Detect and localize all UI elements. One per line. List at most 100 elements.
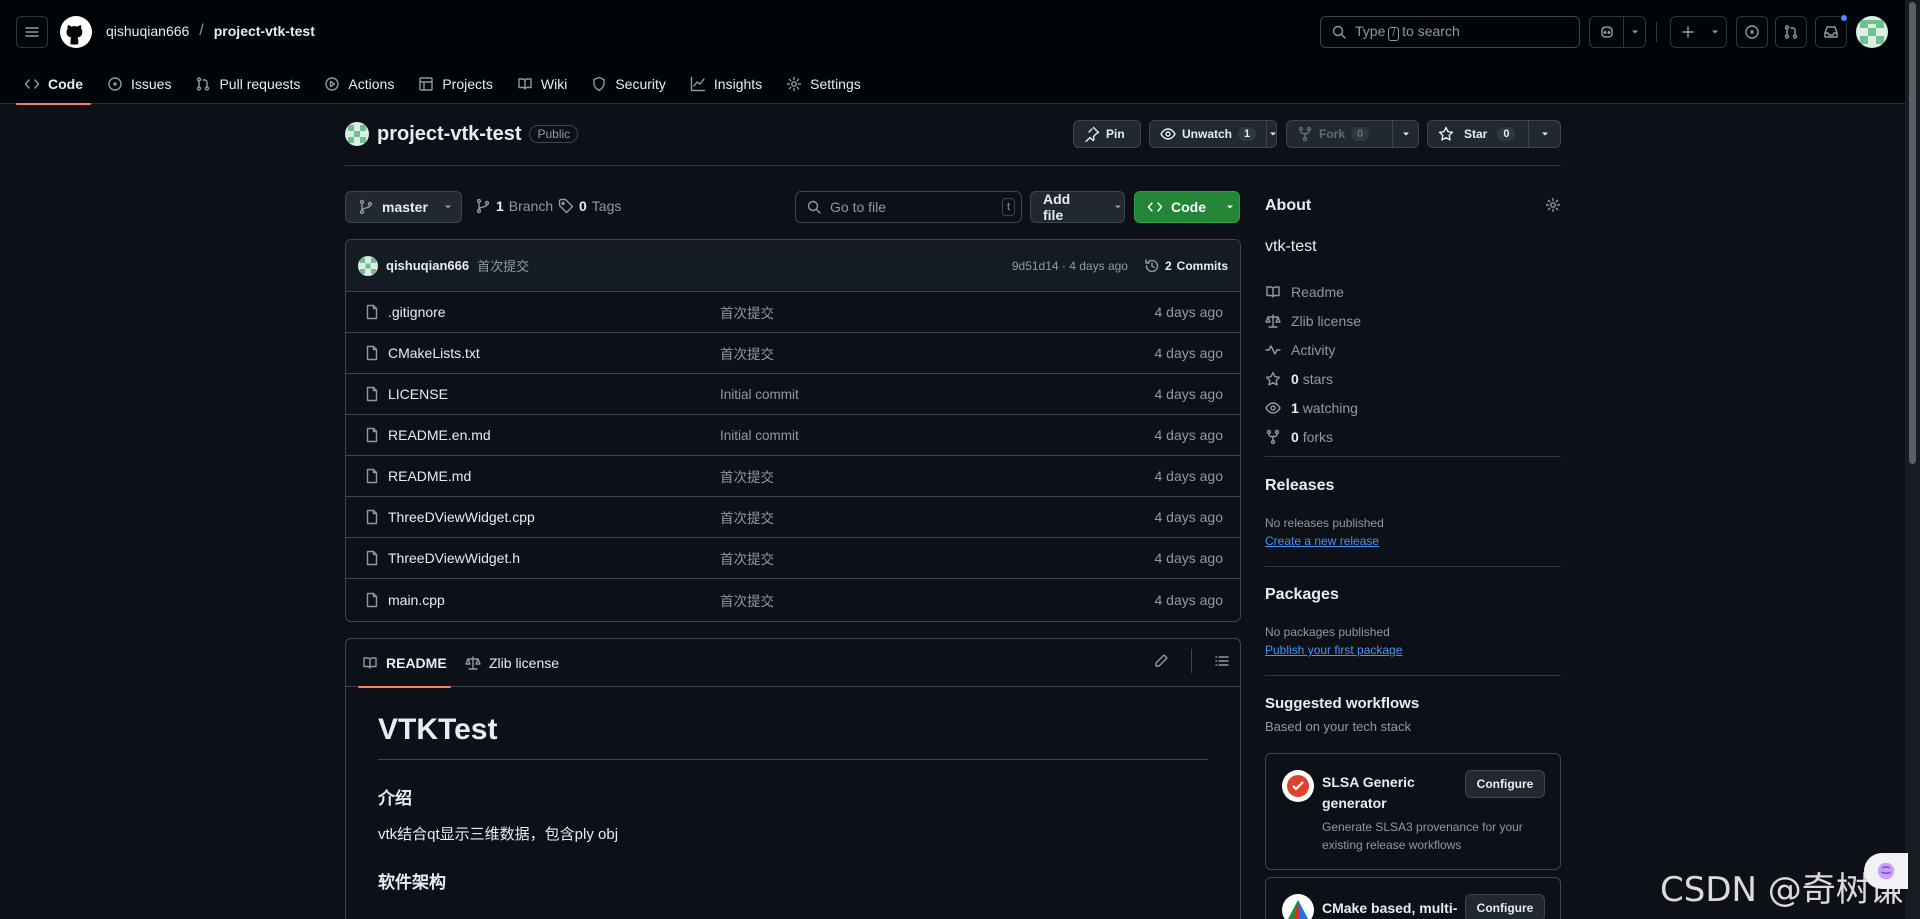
star-dropdown[interactable]	[1528, 121, 1560, 147]
tab-code[interactable]: Code	[16, 64, 91, 105]
user-avatar[interactable]	[1856, 16, 1888, 48]
tab-wiki[interactable]: Wiki	[509, 64, 575, 104]
fork-dropdown[interactable]	[1392, 121, 1418, 147]
commit-message[interactable]: 首次提交	[477, 256, 529, 275]
file-name[interactable]: README.en.md	[388, 427, 491, 443]
file-commit-message[interactable]: 首次提交	[720, 590, 774, 610]
tab-security[interactable]: Security	[583, 64, 674, 104]
scrollbar-thumb[interactable]	[1909, 2, 1916, 464]
activity-link[interactable]: Activity	[1265, 335, 1361, 364]
file-row[interactable]: ThreeDViewWidget.cpp 首次提交 4 days ago	[346, 497, 1240, 538]
commit-hash-age[interactable]: 9d51d14 · 4 days ago	[1012, 259, 1128, 273]
unwatch-main[interactable]: Unwatch 1	[1150, 121, 1266, 147]
copilot-button[interactable]	[1589, 16, 1646, 48]
sidebar-divider	[1265, 675, 1561, 676]
file-row[interactable]: main.cpp 首次提交 4 days ago	[346, 579, 1240, 620]
repo-name[interactable]: project-vtk-test	[377, 123, 521, 146]
file-commit-message[interactable]: 首次提交	[720, 343, 774, 363]
file-row[interactable]: README.md 首次提交 4 days ago	[346, 456, 1240, 497]
file-name[interactable]: main.cpp	[388, 592, 445, 608]
file-row[interactable]: ThreeDViewWidget.h 首次提交 4 days ago	[346, 538, 1240, 579]
file-name[interactable]: ThreeDViewWidget.cpp	[388, 509, 535, 525]
tab-projects[interactable]: Projects	[410, 64, 501, 104]
tab-readme[interactable]: README	[358, 639, 451, 688]
owner-link[interactable]: qishuqian666	[106, 23, 189, 39]
tab-issues[interactable]: Issues	[99, 64, 179, 104]
file-name[interactable]: .gitignore	[388, 304, 446, 320]
about-label: Activity	[1291, 341, 1336, 358]
watchers-link[interactable]: 1 watching	[1265, 393, 1361, 422]
file-name[interactable]: LICENSE	[388, 386, 448, 402]
packages-title[interactable]: Packages	[1265, 586, 1339, 604]
branches-link[interactable]: 1 Branch	[475, 198, 553, 214]
tab-pull-requests[interactable]: Pull requests	[187, 64, 308, 104]
tab-license[interactable]: Zlib license	[465, 639, 559, 687]
go-to-file-input[interactable]: Go to file t	[795, 191, 1022, 223]
releases-title[interactable]: Releases	[1265, 477, 1334, 495]
file-icon	[366, 592, 378, 607]
star-button[interactable]: Star 0	[1427, 120, 1561, 148]
tab-insights[interactable]: Insights	[682, 64, 770, 104]
floating-assistant-button[interactable]	[1864, 853, 1908, 889]
pull-requests-button[interactable]	[1775, 16, 1807, 48]
branches-count: 1	[496, 198, 504, 214]
gear-icon[interactable]	[1545, 197, 1561, 213]
fork-main[interactable]: Fork 0	[1287, 121, 1392, 147]
pencil-icon[interactable]	[1153, 653, 1169, 669]
file-commit-message[interactable]: 首次提交	[720, 548, 774, 568]
global-search-input[interactable]: Type / to search	[1320, 16, 1580, 48]
publish-package-link[interactable]: Publish your first package	[1265, 643, 1402, 657]
copilot-main[interactable]	[1590, 17, 1623, 47]
issues-button[interactable]	[1736, 16, 1768, 48]
pin-button[interactable]: Pin	[1073, 120, 1141, 148]
owner-avatar[interactable]	[345, 122, 369, 146]
unwatch-dropdown[interactable]	[1266, 121, 1279, 147]
file-commit-message[interactable]: 首次提交	[720, 507, 774, 527]
file-name[interactable]: CMakeLists.txt	[388, 345, 480, 361]
file-name[interactable]: ThreeDViewWidget.h	[388, 550, 520, 566]
file-row[interactable]: CMakeLists.txt 首次提交 4 days ago	[346, 333, 1240, 374]
file-row[interactable]: README.en.md Initial commit 4 days ago	[346, 415, 1240, 456]
tab-actions[interactable]: Actions	[316, 64, 402, 104]
create-release-link[interactable]: Create a new release	[1265, 534, 1379, 548]
file-name[interactable]: README.md	[388, 468, 471, 484]
file-row[interactable]: .gitignore 首次提交 4 days ago	[346, 292, 1240, 333]
add-file-button[interactable]: Add file	[1030, 191, 1125, 223]
commits-history-link[interactable]: 2 Commits	[1144, 258, 1228, 274]
create-new-dropdown[interactable]	[1704, 17, 1726, 47]
code-clone-button[interactable]: Code	[1134, 191, 1240, 223]
copilot-dropdown[interactable]	[1623, 17, 1645, 47]
tab-settings[interactable]: Settings	[778, 64, 869, 104]
page-scrollbar[interactable]	[1905, 0, 1920, 919]
outline-list-icon[interactable]	[1214, 653, 1230, 669]
file-commit-message[interactable]: 首次提交	[720, 466, 774, 486]
license-link[interactable]: Zlib license	[1265, 306, 1361, 335]
stars-link[interactable]: 0 stars	[1265, 364, 1361, 393]
book-icon	[363, 657, 377, 669]
create-new-main[interactable]	[1671, 17, 1704, 47]
github-logo-icon[interactable]	[60, 16, 92, 48]
tags-link[interactable]: 0 Tags	[558, 198, 621, 214]
star-main[interactable]: Star 0	[1428, 121, 1528, 147]
hamburger-menu-button[interactable]	[16, 16, 48, 48]
branch-selector[interactable]: master	[345, 191, 462, 223]
book-icon	[518, 78, 532, 90]
configure-button[interactable]: Configure	[1465, 894, 1545, 919]
pin-main[interactable]: Pin	[1074, 121, 1135, 147]
search-shortcut-key: /	[1388, 27, 1400, 41]
chevron-down-icon	[1270, 132, 1277, 136]
unwatch-button[interactable]: Unwatch 1	[1149, 120, 1277, 148]
repo-link[interactable]: project-vtk-test	[214, 23, 315, 39]
configure-button[interactable]: Configure	[1465, 770, 1545, 798]
fork-button[interactable]: Fork 0	[1286, 120, 1419, 148]
forks-link[interactable]: 0 forks	[1265, 422, 1361, 451]
commit-age: 4 days ago	[1069, 258, 1128, 273]
file-row[interactable]: LICENSE Initial commit 4 days ago	[346, 374, 1240, 415]
create-new-button[interactable]	[1670, 16, 1727, 48]
commit-author-avatar[interactable]	[358, 255, 378, 276]
file-commit-message[interactable]: Initial commit	[720, 387, 799, 402]
commit-author[interactable]: qishuqian666	[386, 258, 469, 273]
file-commit-message[interactable]: 首次提交	[720, 302, 774, 322]
file-commit-message[interactable]: Initial commit	[720, 428, 799, 443]
readme-link[interactable]: Readme	[1265, 277, 1361, 306]
